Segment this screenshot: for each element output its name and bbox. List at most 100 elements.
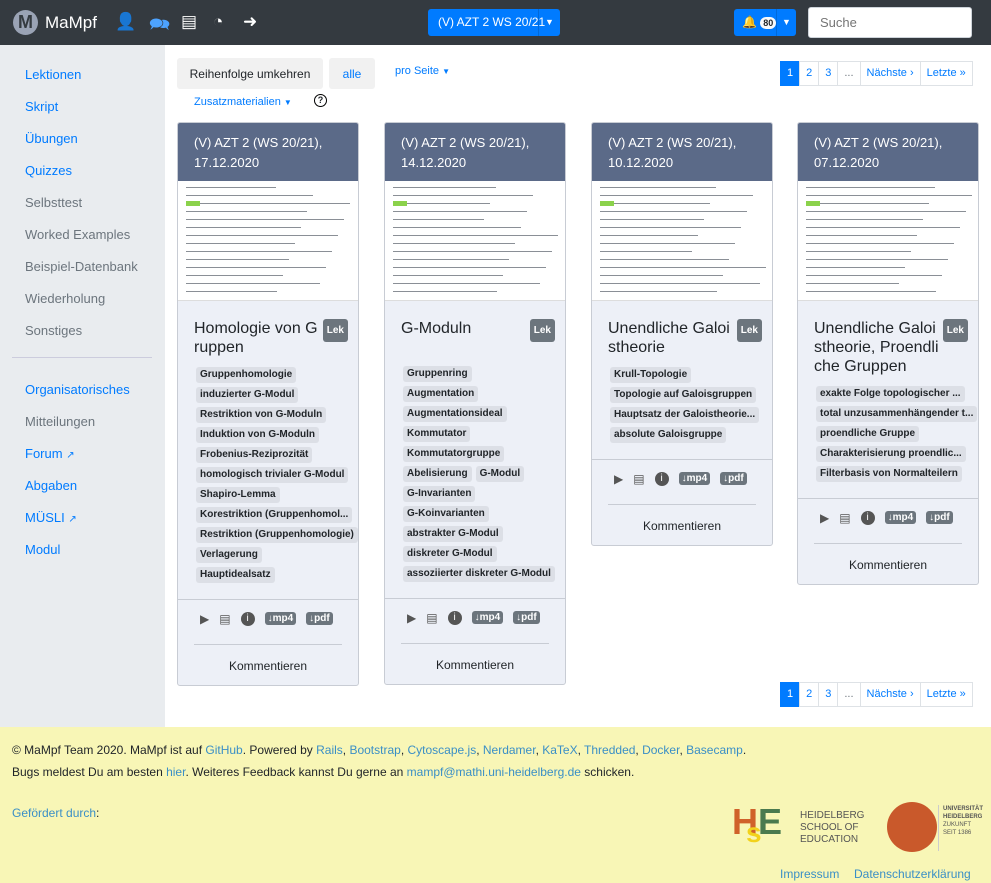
tag[interactable]: G-Koinvarianten: [403, 506, 489, 522]
powered-by-link[interactable]: Bootstrap: [349, 743, 400, 757]
lecture-thumbnail[interactable]: [798, 181, 978, 301]
tag[interactable]: Shapiro-Lemma: [196, 487, 280, 503]
tag[interactable]: Induktion von G-Moduln: [196, 427, 319, 443]
tag[interactable]: Hauptsatz der Galoistheorie...: [610, 407, 760, 423]
manuscript-icon[interactable]: ▤: [219, 612, 230, 626]
sidebar-item[interactable]: Wiederholung: [25, 291, 105, 306]
powered-by-link[interactable]: KaTeX: [542, 743, 577, 757]
brand-link[interactable]: MaMpf: [45, 13, 97, 33]
tag[interactable]: Frobenius-Reziprozität: [196, 447, 313, 463]
powered-by-link[interactable]: Cytoscape.js: [408, 743, 477, 757]
page-link[interactable]: 2: [799, 682, 820, 707]
lecture-thumbnail[interactable]: [178, 181, 358, 301]
powered-by-link[interactable]: Nerdamer: [483, 743, 536, 757]
extra-materials-dropdown[interactable]: Zusatzmaterialien ▼: [194, 96, 292, 108]
tag[interactable]: total unzusammenhängender t...: [816, 406, 978, 422]
download-pdf-button[interactable]: ↓pdf: [513, 611, 540, 624]
page-link[interactable]: ...: [837, 61, 861, 86]
powered-by-link[interactable]: Rails: [316, 743, 343, 757]
tag[interactable]: Hauptidealsatz: [196, 567, 275, 583]
download-mp4-button[interactable]: ↓mp4: [471, 611, 504, 624]
notifications-button[interactable]: 🔔 80 ▼: [734, 9, 796, 36]
download-pdf-button[interactable]: ↓pdf: [306, 612, 333, 625]
info-icon[interactable]: i: [654, 472, 669, 486]
tag[interactable]: Augmentation: [403, 386, 479, 402]
lecture-title[interactable]: Unendliche Galoistheorie: [608, 319, 733, 357]
info-icon[interactable]: i: [447, 611, 462, 625]
logout-icon[interactable]: ➜: [243, 12, 257, 32]
play-icon[interactable]: ▶: [407, 611, 416, 625]
manuscript-icon[interactable]: ▤: [633, 472, 644, 486]
email-link[interactable]: mampf@mathi.uni-heidelberg.de: [407, 765, 581, 779]
tag[interactable]: homologisch trivialer G-Modul: [196, 467, 349, 483]
help-icon[interactable]: ?: [314, 94, 327, 107]
download-pdf-button[interactable]: ↓pdf: [720, 472, 747, 485]
download-pdf-button[interactable]: ↓pdf: [926, 511, 953, 524]
info-icon[interactable]: i: [240, 612, 255, 626]
sidebar-item[interactable]: MÜSLI ↗: [25, 510, 77, 525]
sidebar-item[interactable]: Forum ↗: [25, 446, 75, 461]
tag[interactable]: Gruppenring: [403, 366, 472, 382]
per-page-dropdown[interactable]: pro Seite ▼: [395, 65, 450, 77]
sidebar-item[interactable]: Lektionen: [25, 67, 81, 82]
tag[interactable]: G-Modul: [475, 466, 525, 482]
page-link[interactable]: Letzte »: [919, 61, 973, 86]
funded-by-link[interactable]: Gefördert durch: [12, 806, 96, 820]
lecture-title[interactable]: Unendliche Galoistheorie, Proendliche Gr…: [814, 319, 939, 376]
sidebar-item[interactable]: Quizzes: [25, 163, 72, 178]
page-link[interactable]: 1: [780, 61, 801, 86]
sidebar-item[interactable]: Mitteilungen: [25, 414, 95, 429]
sidebar-item[interactable]: Übungen: [25, 131, 78, 146]
sidebar-item[interactable]: Selbsttest: [25, 195, 82, 210]
play-icon[interactable]: ▶: [200, 612, 209, 626]
play-icon[interactable]: ▶: [820, 511, 829, 525]
manuscript-icon[interactable]: ▤: [426, 611, 437, 625]
feed-icon[interactable]: ◔: [213, 12, 223, 32]
privacy-link[interactable]: Datenschutzerklärung: [854, 867, 971, 881]
page-link[interactable]: Letzte »: [919, 682, 973, 707]
sidebar-item[interactable]: Worked Examples: [25, 227, 130, 242]
comments-icon[interactable]: 🗪: [149, 12, 170, 41]
card-header[interactable]: (V) AZT 2 (WS 20/21), 10.12.2020: [592, 123, 772, 181]
comment-link[interactable]: Kommentieren: [814, 543, 962, 584]
tag[interactable]: Kommutator: [403, 426, 471, 442]
lecture-thumbnail[interactable]: [385, 181, 565, 301]
page-link[interactable]: ...: [837, 682, 861, 707]
university-seal[interactable]: [887, 802, 937, 852]
impressum-link[interactable]: Impressum: [780, 867, 839, 881]
tag[interactable]: Korestriktion (Gruppenhomol...: [196, 507, 353, 523]
tag[interactable]: Restriktion von G-Moduln: [196, 407, 327, 423]
sidebar-item[interactable]: Organisatorisches: [25, 382, 130, 397]
sidebar-item[interactable]: Abgaben: [25, 478, 77, 493]
tag[interactable]: Topologie auf Galoisgruppen: [610, 387, 757, 403]
card-header[interactable]: (V) AZT 2 (WS 20/21), 14.12.2020: [385, 123, 565, 181]
page-link[interactable]: 3: [818, 61, 839, 86]
tag[interactable]: exakte Folge topologischer ...: [816, 386, 965, 402]
tag[interactable]: proendliche Gruppe: [816, 426, 920, 442]
download-mp4-button[interactable]: ↓mp4: [678, 472, 711, 485]
tag[interactable]: Kommutatorgruppe: [403, 446, 505, 462]
download-mp4-button[interactable]: ↓mp4: [884, 511, 917, 524]
sidebar-item[interactable]: Skript: [25, 99, 58, 114]
all-button[interactable]: alle: [329, 58, 375, 89]
course-select[interactable]: (V) AZT 2 WS 20/21 ▼: [428, 9, 560, 36]
bug-report-link[interactable]: hier: [166, 765, 185, 779]
sidebar-item[interactable]: Modul: [25, 542, 60, 557]
tag[interactable]: Krull-Topologie: [610, 367, 692, 383]
page-link[interactable]: Nächste ›: [859, 61, 921, 86]
tag[interactable]: G-Invarianten: [403, 486, 476, 502]
page-link[interactable]: 1: [780, 682, 801, 707]
sidebar-item[interactable]: Beispiel-Datenbank: [25, 259, 138, 274]
reverse-order-button[interactable]: Reihenfolge umkehren: [177, 58, 323, 89]
tag[interactable]: Filterbasis von Normalteilern: [816, 466, 962, 482]
info-icon[interactable]: i: [860, 511, 875, 525]
tag[interactable]: diskreter G-Modul: [403, 546, 497, 562]
play-icon[interactable]: ▶: [614, 472, 623, 486]
comment-link[interactable]: Kommentieren: [194, 644, 342, 685]
tag[interactable]: Restriktion (Gruppenhomologie): [196, 527, 358, 543]
lecture-title[interactable]: G-Moduln: [401, 319, 526, 338]
page-link[interactable]: 3: [818, 682, 839, 707]
search-input[interactable]: [808, 7, 972, 38]
tag[interactable]: abstrakter G-Modul: [403, 526, 503, 542]
news-icon[interactable]: ▤: [181, 12, 197, 32]
